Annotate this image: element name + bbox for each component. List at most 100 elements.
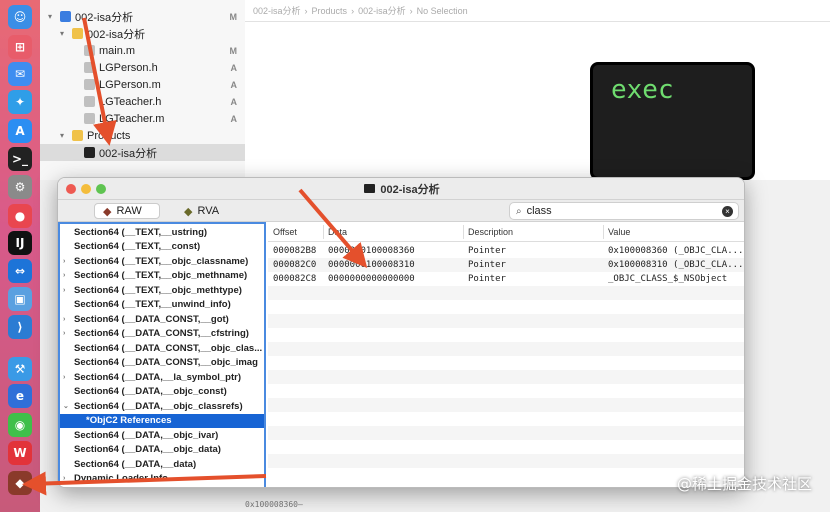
outline-item[interactable]: Section64 (__DATA_CONST,__objc_imag <box>60 356 264 371</box>
navigator-item-label: 002-isa分析 <box>99 147 158 160</box>
navigator-item[interactable]: 002-isa分析 <box>40 144 245 161</box>
wps-icon[interactable]: W <box>8 441 32 465</box>
qq-icon[interactable]: ● <box>8 204 32 228</box>
outline-item[interactable]: › Section64 (__DATA_CONST,__cfstring) <box>60 327 264 342</box>
outline-item[interactable]: Section64 (__DATA,__objc_data) <box>60 443 264 458</box>
system-preferences-icon[interactable]: ⚙ <box>8 175 32 199</box>
disclosure-icon[interactable]: › <box>60 258 72 265</box>
outline-item[interactable]: › Dynamic Loader Info <box>60 472 264 487</box>
outline-item[interactable]: Section64 (__DATA,__data) <box>60 457 264 472</box>
intellij-icon[interactable]: IJ <box>8 231 32 255</box>
terminal-icon[interactable]: >_ <box>8 147 32 171</box>
table-row[interactable]: 000082B8 0000000100008360 Pointer 0x1000083… <box>268 244 744 258</box>
rva-mode-button[interactable]: ◆ RVA <box>176 203 242 219</box>
outline-item-label: Section64 (__DATA,__objc_data) <box>74 444 221 456</box>
raw-mode-button[interactable]: ◆ RAW <box>94 203 160 219</box>
jump-bar[interactable]: 002-isa分析 › Products › 002-isa分析 › No Selectio… <box>245 0 830 22</box>
outline-item[interactable]: Section64 (__TEXT,__unwind_info) <box>60 298 264 313</box>
outline-item[interactable]: › Section64 (__TEXT,__objc_methtype) <box>60 283 264 298</box>
outline-item[interactable]: ⌄ Section64 (__DATA,__objc_classrefs) <box>60 399 264 414</box>
source-control-status: M <box>229 11 238 22</box>
watermark: @稀土掘金技术社区 <box>676 475 812 493</box>
section-outline[interactable]: Section64 (__TEXT,__ustring) Section64 (_… <box>58 222 266 487</box>
toolbar: ◆ RAW ◆ RVA ⌕ class × <box>58 200 744 222</box>
outline-item[interactable]: Section64 (__DATA,__objc_const) <box>60 385 264 400</box>
mail-icon[interactable]: ✉ <box>8 62 32 86</box>
navigator-item-label: LGPerson.h <box>99 61 158 74</box>
teamviewer-icon[interactable]: ⇔ <box>8 259 32 283</box>
vscode-icon[interactable]: ⟩ <box>8 315 32 339</box>
outline-item[interactable]: Section64 (__DATA_CONST,__objc_clas... <box>60 341 264 356</box>
col-data[interactable]: Data <box>328 227 347 237</box>
jump-bar-item[interactable]: 002-isa分析 <box>358 4 406 17</box>
navigator-item[interactable]: LGTeacher.m A <box>40 110 245 127</box>
navigator-item[interactable]: ▾ 002-isa分析 <box>40 25 245 42</box>
wechat-icon[interactable]: ◉ <box>8 413 32 437</box>
search-icon: ⌕ <box>516 205 522 217</box>
outline-item-label: Section64 (__DATA_CONST,__objc_imag <box>74 357 258 369</box>
clear-search-icon[interactable]: × <box>722 206 733 217</box>
col-divider <box>463 225 464 239</box>
disclosure-icon[interactable]: › <box>60 374 72 381</box>
disclosure-icon[interactable]: › <box>60 475 72 482</box>
rva-mode-label: RVA <box>197 205 220 217</box>
outline-item-label: Section64 (__TEXT,__unwind_info) <box>74 299 231 311</box>
outline-item-label: *ObjC2 References <box>86 415 172 427</box>
outline-item[interactable]: Section64 (__TEXT,__ustring) <box>60 225 264 240</box>
xcode-icon[interactable]: ⚒ <box>8 357 32 381</box>
raw-mode-label: RAW <box>116 205 142 217</box>
navigator-item[interactable]: main.m M <box>40 42 245 59</box>
app-store-icon[interactable]: A <box>8 119 32 143</box>
safari-icon[interactable]: ✦ <box>8 90 32 114</box>
disclosure-icon[interactable]: ▾ <box>60 29 70 38</box>
outline-item[interactable]: Section64 (__TEXT,__const) <box>60 240 264 255</box>
outline-item-label: Section64 (__TEXT,__ustring) <box>74 226 208 238</box>
minimize-button[interactable] <box>81 184 91 194</box>
table-row[interactable]: 000082C0 0000000100008310 Pointer 0x1000083… <box>268 258 744 272</box>
disclosure-icon[interactable]: ▾ <box>48 12 58 21</box>
disclosure-icon[interactable]: › <box>60 330 72 337</box>
navigator-item[interactable]: LGPerson.m A <box>40 76 245 93</box>
col-description[interactable]: Description <box>468 227 513 237</box>
zoom-button[interactable] <box>96 184 106 194</box>
outline-item[interactable]: › Section64 (__DATA_CONST,__got) <box>60 312 264 327</box>
col-value[interactable]: Value <box>608 227 630 237</box>
search-field[interactable]: ⌕ class × <box>509 202 739 220</box>
jump-bar-item[interactable]: Products <box>312 6 348 16</box>
window-title: 002-isa分析 <box>380 183 440 196</box>
file-icon <box>60 11 71 22</box>
launchpad-icon[interactable]: ⊞ <box>8 35 32 59</box>
table-row[interactable]: 000082C8 0000000000000000 Pointer _OBJC_CLA… <box>268 272 744 286</box>
jump-bar-item[interactable]: 002-isa分析 <box>253 4 301 17</box>
disclosure-icon[interactable]: ▾ <box>60 131 70 140</box>
col-offset[interactable]: Offset <box>273 227 297 237</box>
disclosure-icon[interactable]: › <box>60 316 72 323</box>
finder-icon[interactable]: ☺ <box>8 5 32 29</box>
outline-item[interactable]: › Section64 (__TEXT,__objc_classname) <box>60 254 264 269</box>
disclosure-icon[interactable]: ⌄ <box>60 402 72 410</box>
disclosure-icon[interactable]: › <box>60 272 72 279</box>
navigator-item-label: LGTeacher.m <box>99 112 165 125</box>
navigator-item[interactable]: LGPerson.h A <box>40 59 245 76</box>
close-button[interactable] <box>66 184 76 194</box>
xcode-editor: 002-isa分析 › Products › 002-isa分析 › No Selectio… <box>245 0 830 180</box>
jump-bar-item[interactable]: No Selection <box>417 6 468 16</box>
navigator-item[interactable]: LGTeacher.h A <box>40 93 245 110</box>
navigator-item[interactable]: ▾ Products <box>40 127 245 144</box>
outline-item[interactable]: *ObjC2 References <box>60 413 264 428</box>
preview-icon[interactable]: ▣ <box>8 287 32 311</box>
navigator-item-label: Products <box>87 129 131 142</box>
table-row-empty <box>268 468 744 482</box>
window-titlebar[interactable]: 002-isa分析 <box>58 178 744 200</box>
outline-item[interactable]: Section64 (__DATA,__objc_ivar) <box>60 428 264 443</box>
disclosure-icon[interactable]: › <box>60 287 72 294</box>
machoview-icon[interactable]: ◆ <box>8 471 32 495</box>
outline-item[interactable]: › Section64 (__TEXT,__objc_methname) <box>60 269 264 284</box>
search-input[interactable]: class <box>527 205 552 217</box>
table-row-empty <box>268 286 744 300</box>
outline-item[interactable]: › Section64 (__DATA,__la_symbol_ptr) <box>60 370 264 385</box>
file-icon <box>84 62 95 73</box>
table-row-empty <box>268 440 744 454</box>
navigator-item[interactable]: ▾ 002-isa分析 M <box>40 8 245 25</box>
eudic-icon[interactable]: e <box>8 384 32 408</box>
